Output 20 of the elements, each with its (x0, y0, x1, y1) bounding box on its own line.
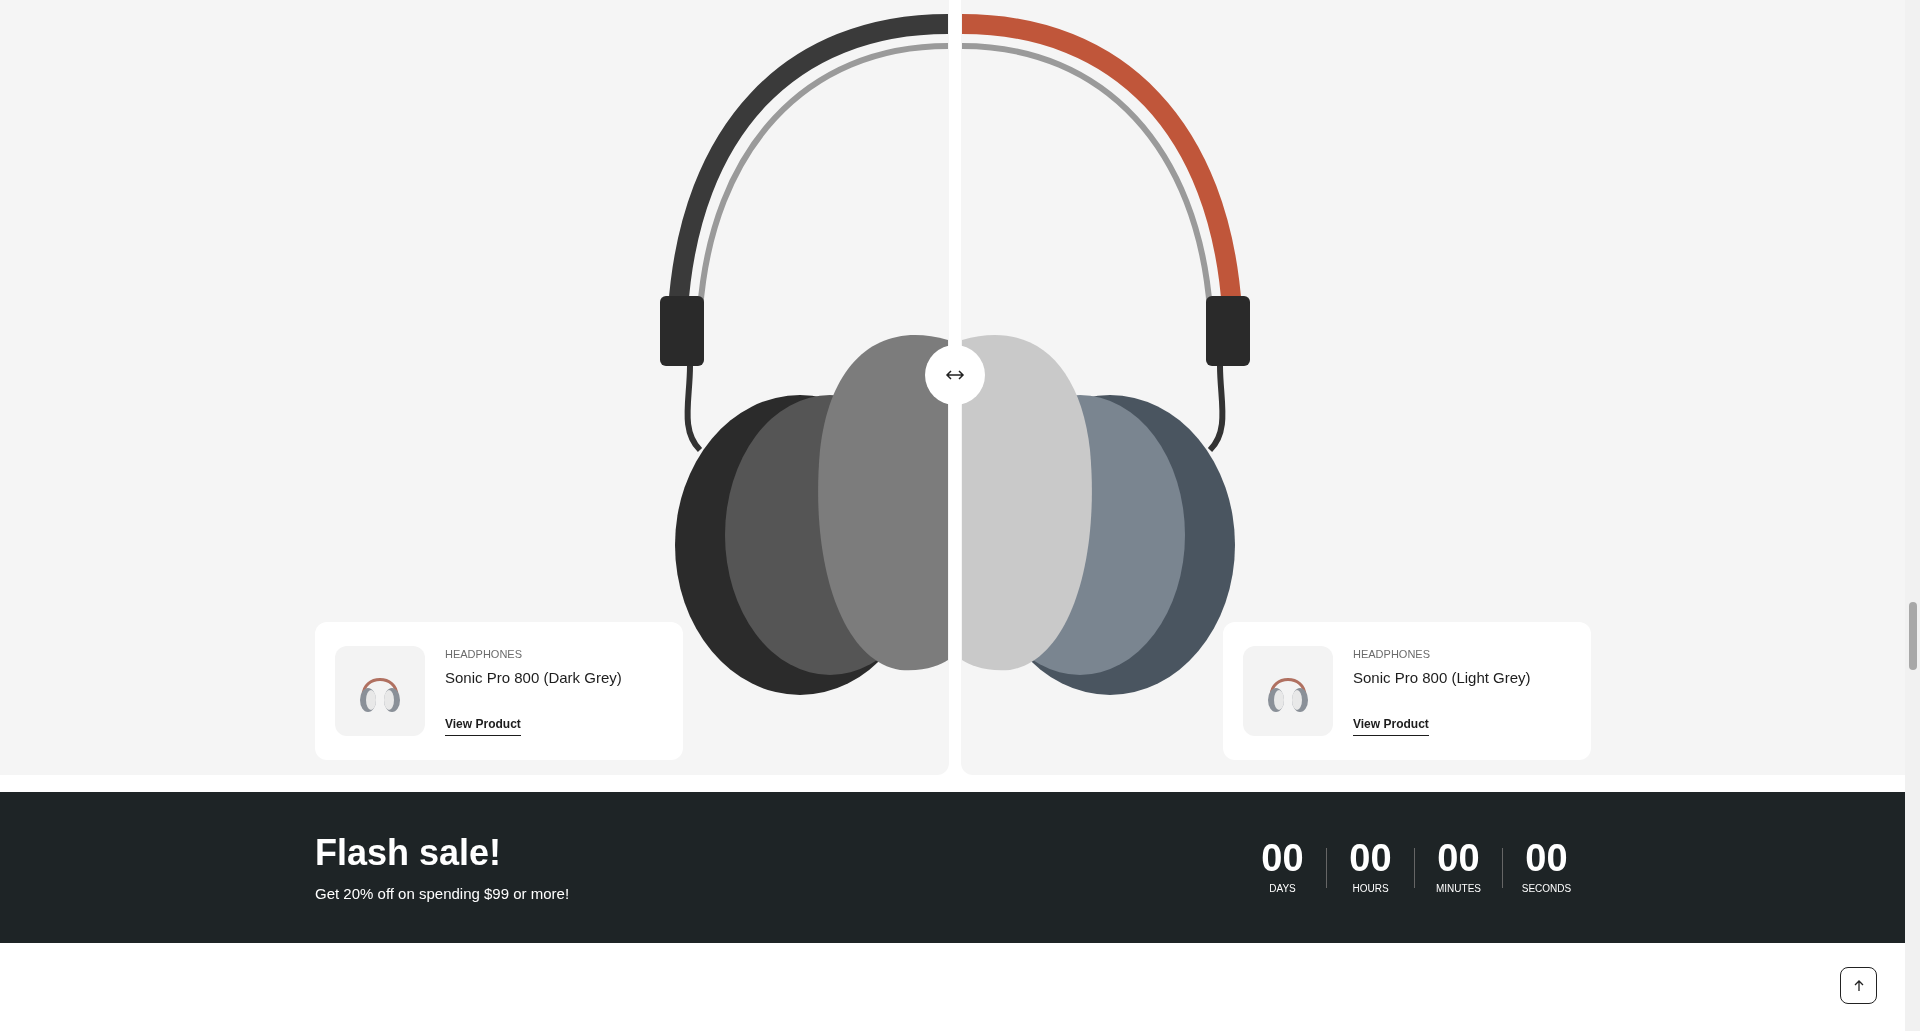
product-category: HEADPHONES (1353, 647, 1432, 662)
view-product-link[interactable]: View Product (445, 715, 521, 736)
left-right-arrow-icon (945, 369, 965, 381)
flash-sale-title: Flash sale! (315, 830, 503, 875)
countdown-label: SECONDS (1521, 882, 1572, 896)
view-product-link[interactable]: View Product (1353, 715, 1429, 736)
countdown-value: 00 (1525, 839, 1568, 877)
up-arrow-icon (1853, 979, 1864, 992)
product-name: Sonic Pro 800 (Light Grey) (1353, 667, 1531, 688)
product-category: HEADPHONES (445, 647, 524, 662)
flash-sale-subtitle: Get 20% off on spending $99 or more! (315, 883, 570, 904)
scroll-to-top-button[interactable] (1840, 967, 1877, 1004)
countdown-value: 00 (1349, 839, 1392, 877)
countdown-value: 00 (1437, 839, 1480, 877)
countdown-label: MINUTES (1436, 882, 1481, 896)
product-name: Sonic Pro 800 (Dark Grey) (445, 667, 622, 688)
countdown-value: 00 (1261, 839, 1304, 877)
countdown-label: HOURS (1352, 882, 1389, 896)
countdown-label: DAYS (1269, 882, 1296, 896)
scrollbar-thumb[interactable] (1909, 602, 1917, 670)
